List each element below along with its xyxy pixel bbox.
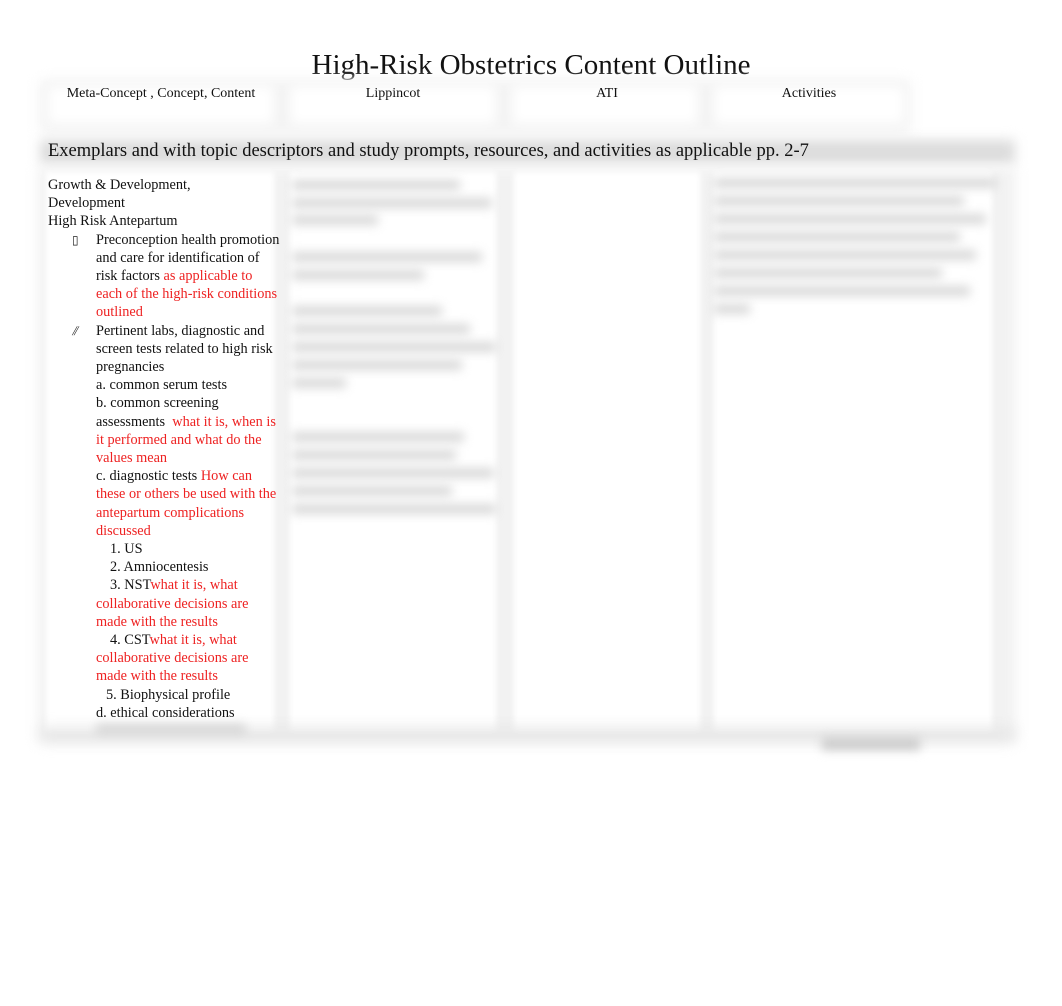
lippincot-reference-2b: [292, 270, 424, 280]
test-item-cst-label: 4. CST: [110, 632, 150, 649]
lippincot-reference-3d: [292, 360, 462, 370]
lippincot-reference-1b: [292, 198, 492, 208]
activities-text-7: [714, 286, 970, 296]
lippincot-reference-2: [292, 252, 482, 262]
test-item-amniocentesis: 2. Amniocentesis: [110, 559, 209, 576]
lippincot-reference-3b: [292, 324, 470, 334]
activities-text-3: [714, 214, 986, 224]
test-item-us: 1. US: [110, 541, 143, 558]
sub-item-c-text: c. diagnostic tests: [96, 468, 198, 485]
document-title: High-Risk Obstetrics Content Outline: [311, 49, 751, 81]
lippincot-reference-4e: [292, 504, 496, 514]
sub-item-b: b. common screening assessments what it …: [48, 394, 280, 467]
exemplars-row-text: Exemplars and with topic descriptors and…: [48, 141, 809, 161]
lippincot-reference-1c: [292, 215, 378, 225]
bullet-box-icon: ▯: [72, 232, 79, 247]
header-meta-concept: Meta-Concept , Concept, Content: [66, 86, 256, 101]
list-item-pertinent-labs: ⫽ Pertinent labs, diagnostic and screen …: [48, 322, 280, 377]
activities-text-6: [714, 268, 942, 278]
activities-text-5: [714, 250, 976, 260]
content-column: Growth & Development, Development High R…: [48, 176, 280, 722]
lippincot-reference-4c: [292, 468, 494, 478]
test-item-biophysical-profile: 5. Biophysical profile: [106, 686, 231, 703]
lippincot-reference-4: [292, 432, 464, 442]
lippincot-reference-1: [292, 180, 460, 190]
lippincot-reference-3: [292, 306, 442, 316]
concept-line-2: Development: [48, 195, 126, 212]
activities-text-2: [714, 196, 964, 206]
footer-page-label: [822, 738, 920, 750]
pertinent-labs-text: Pertinent labs, diagnostic and screen te…: [96, 322, 273, 376]
sub-item-c: c. diagnostic tests How can these or oth…: [48, 467, 280, 540]
header-lippincot: Lippincot: [365, 86, 421, 101]
test-item-cst: 4. CSTwhat it is, what collaborative dec…: [48, 631, 280, 686]
header-activities: Activities: [781, 86, 837, 101]
test-item-nst: 3. NSTwhat it is, what collaborative dec…: [48, 576, 280, 631]
content-column-blurred-line: [96, 724, 246, 734]
list-item-preconception: ▯ Preconception health promotion and car…: [48, 231, 280, 322]
activities-text-1: [714, 178, 996, 188]
lippincot-reference-3c: [292, 342, 496, 352]
activities-text-8: [714, 304, 750, 314]
sub-item-a: a. common serum tests: [96, 377, 228, 394]
lippincot-reference-3e: [292, 378, 346, 388]
lippincot-reference-4b: [292, 450, 456, 460]
activities-text-4: [714, 232, 960, 242]
bullet-slash-icon: ⫽: [72, 323, 78, 338]
column-ati-bg: [514, 172, 700, 732]
header-ati: ATI: [596, 86, 618, 101]
sub-item-d: d. ethical considerations: [96, 704, 235, 721]
lippincot-reference-4d: [292, 486, 452, 496]
concept-line-1: Growth & Development,: [48, 177, 191, 193]
test-item-nst-label: 3. NST: [110, 577, 151, 594]
section-heading: High Risk Antepartum: [48, 213, 178, 230]
